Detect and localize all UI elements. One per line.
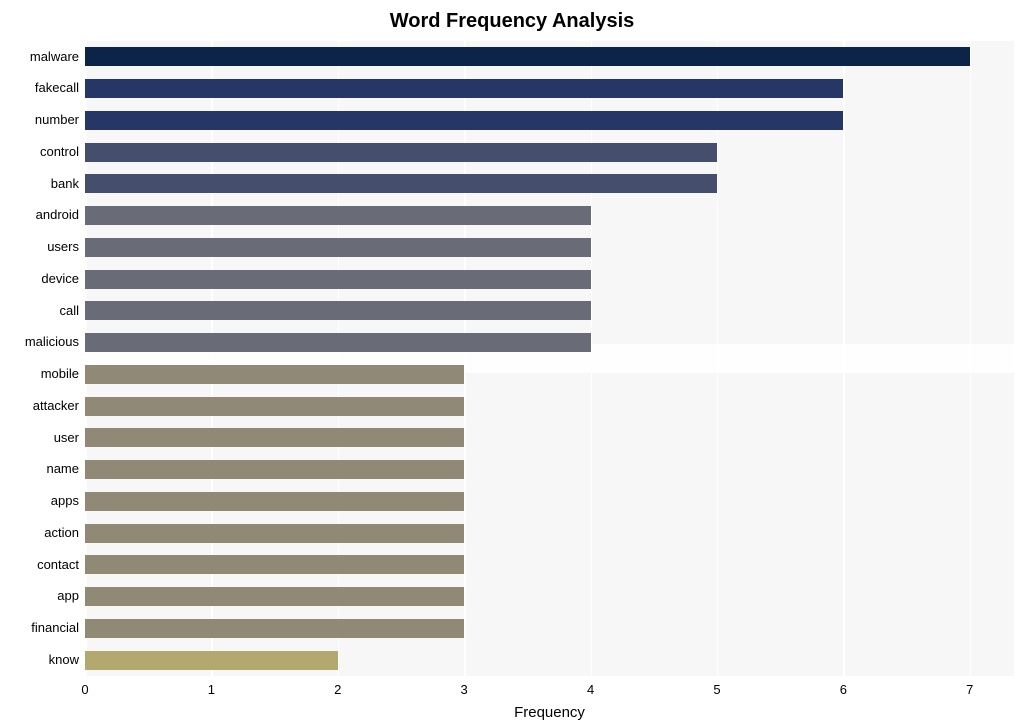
y-tick-label: call xyxy=(10,297,79,325)
bar-row xyxy=(85,582,1014,610)
bar-row xyxy=(85,106,1014,134)
bar xyxy=(85,79,843,98)
bars xyxy=(85,41,1014,676)
y-tick-label: app xyxy=(10,582,79,610)
bar xyxy=(85,143,717,162)
bar xyxy=(85,301,591,320)
bar xyxy=(85,206,591,225)
bar-row xyxy=(85,455,1014,483)
y-tick-label: mobile xyxy=(10,360,79,388)
bar xyxy=(85,397,464,416)
bar-row xyxy=(85,551,1014,579)
bar xyxy=(85,333,591,352)
bar xyxy=(85,270,591,289)
bar-row xyxy=(85,201,1014,229)
x-axis: 01234567 xyxy=(85,682,1014,702)
bar xyxy=(85,460,464,479)
bar xyxy=(85,111,843,130)
bar xyxy=(85,174,717,193)
y-tick-label: device xyxy=(10,265,79,293)
bar-row xyxy=(85,360,1014,388)
y-tick-label: financial xyxy=(10,614,79,642)
x-tick-label: 2 xyxy=(334,682,341,697)
y-tick-label: control xyxy=(10,138,79,166)
bar xyxy=(85,619,464,638)
bar-row xyxy=(85,265,1014,293)
bar xyxy=(85,492,464,511)
bar-row xyxy=(85,328,1014,356)
y-tick-label: apps xyxy=(10,487,79,515)
y-tick-label: user xyxy=(10,424,79,452)
x-tick-label: 0 xyxy=(81,682,88,697)
x-axis-label: Frequency xyxy=(85,704,1014,721)
plot-area: malware fakecall number control bank android u… xyxy=(10,41,1014,676)
x-tick-label: 1 xyxy=(208,682,215,697)
bar xyxy=(85,555,464,574)
y-tick-label: bank xyxy=(10,170,79,198)
y-tick-label: know xyxy=(10,646,79,674)
x-tick-label: 4 xyxy=(587,682,594,697)
x-tick-label: 7 xyxy=(966,682,973,697)
bar-row xyxy=(85,487,1014,515)
x-tick-label: 6 xyxy=(840,682,847,697)
bar xyxy=(85,238,591,257)
bar-row xyxy=(85,297,1014,325)
chart-title: Word Frequency Analysis xyxy=(10,10,1014,33)
y-tick-label: android xyxy=(10,201,79,229)
bar xyxy=(85,47,970,66)
chart-container: Word Frequency Analysis malware fakecall n… xyxy=(10,10,1014,691)
y-tick-label: users xyxy=(10,233,79,261)
bar xyxy=(85,587,464,606)
bar-row xyxy=(85,74,1014,102)
y-tick-label: attacker xyxy=(10,392,79,420)
bar xyxy=(85,651,338,670)
y-tick-label: fakecall xyxy=(10,74,79,102)
bar-row xyxy=(85,646,1014,674)
bar-row xyxy=(85,233,1014,261)
bar-row xyxy=(85,170,1014,198)
bar xyxy=(85,428,464,447)
bar-row xyxy=(85,43,1014,71)
y-tick-label: number xyxy=(10,106,79,134)
y-axis: malware fakecall number control bank android u… xyxy=(10,41,85,676)
x-tick-label: 5 xyxy=(713,682,720,697)
bar xyxy=(85,524,464,543)
bar-row xyxy=(85,138,1014,166)
bars-wrapper xyxy=(85,41,1014,676)
bar-row xyxy=(85,519,1014,547)
y-tick-label: malicious xyxy=(10,328,79,356)
y-tick-label: contact xyxy=(10,551,79,579)
y-tick-label: malware xyxy=(10,43,79,71)
bar-row xyxy=(85,392,1014,420)
bar-row xyxy=(85,614,1014,642)
x-tick-label: 3 xyxy=(461,682,468,697)
bar xyxy=(85,365,464,384)
y-tick-label: name xyxy=(10,455,79,483)
y-tick-label: action xyxy=(10,519,79,547)
bar-row xyxy=(85,424,1014,452)
